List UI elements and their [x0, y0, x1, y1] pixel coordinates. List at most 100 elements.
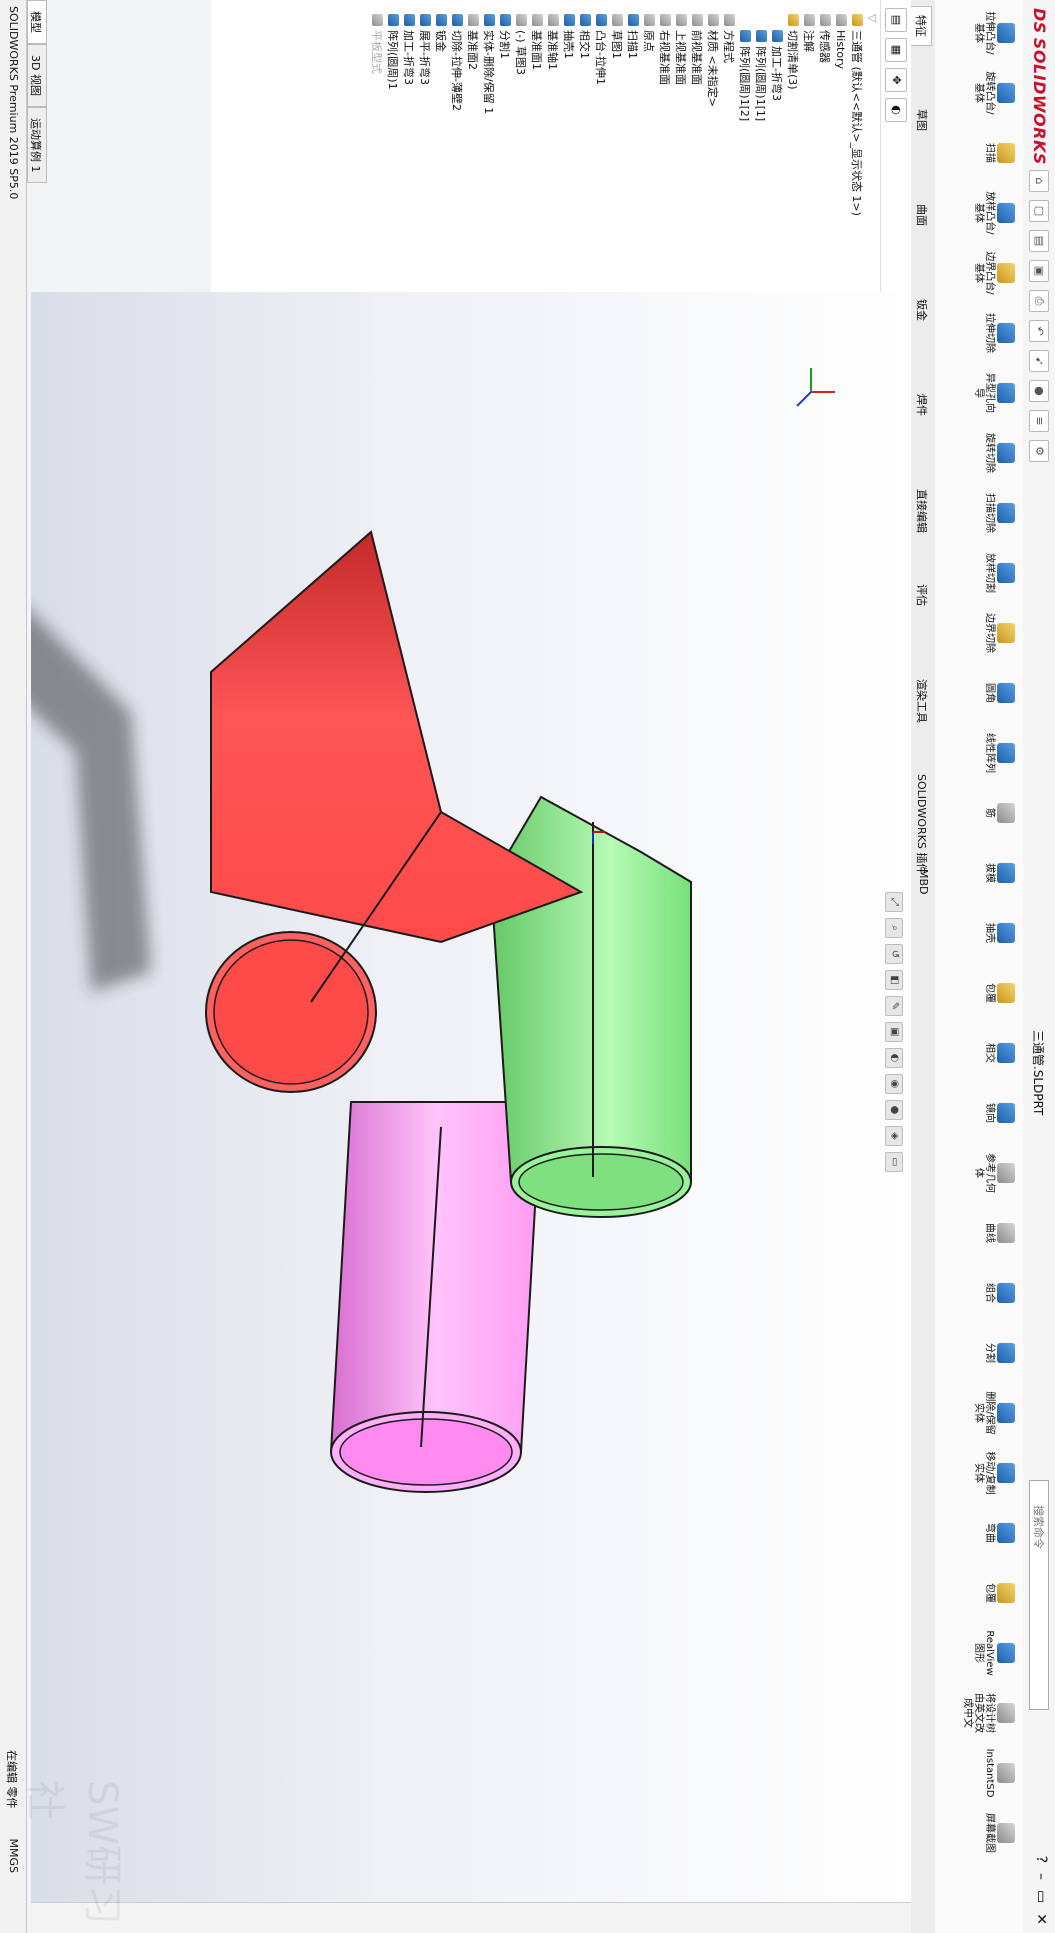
- display-tab-icon[interactable]: ◐: [885, 98, 907, 122]
- ribbon-button[interactable]: 包覆: [984, 1570, 1015, 1616]
- tree-item[interactable]: 注解: [800, 0, 816, 292]
- bottom-tab[interactable]: 3D 视图: [27, 44, 47, 107]
- tree-item[interactable]: 阵列(圆周)1[2]: [736, 0, 752, 292]
- ribbon-button[interactable]: 删除/保留实体: [973, 1390, 1015, 1436]
- close-icon[interactable]: ✕: [1033, 1913, 1049, 1925]
- tree-item[interactable]: 基准轴1: [544, 0, 560, 292]
- ribbon-button[interactable]: 扫描: [984, 130, 1015, 176]
- command-tab[interactable]: 评估: [912, 576, 932, 614]
- ribbon-button[interactable]: 镜向: [984, 1090, 1015, 1136]
- property-tab-icon[interactable]: ▦: [885, 38, 907, 62]
- command-tab[interactable]: MBD: [915, 861, 932, 903]
- tree-item[interactable]: 凸台-拉伸1: [592, 0, 608, 292]
- select-icon[interactable]: ➹: [1029, 350, 1049, 372]
- command-tab[interactable]: 直接编辑: [912, 481, 932, 541]
- display-style-icon[interactable]: ◐: [885, 1048, 903, 1068]
- tree-item[interactable]: History: [832, 0, 848, 292]
- ribbon-button[interactable]: 旋转凸台/基体: [973, 70, 1015, 116]
- tree-root[interactable]: 三通管 (默认<<默认>_显示状态 1>): [848, 0, 864, 292]
- previous-view-icon[interactable]: ↺: [885, 944, 903, 964]
- ribbon-button[interactable]: InstantSD: [984, 1749, 1015, 1797]
- ribbon-button[interactable]: 拉伸凸台/基体: [973, 10, 1015, 56]
- ribbon-button[interactable]: 分割: [984, 1330, 1015, 1376]
- tree-item[interactable]: 相交1: [576, 0, 592, 292]
- status-units[interactable]: MMGS: [4, 1839, 20, 1874]
- bottom-tab[interactable]: 模型: [27, 0, 47, 44]
- tree-item[interactable]: 扫描1: [624, 0, 640, 292]
- tree-item[interactable]: 材质 <未指定>: [704, 0, 720, 292]
- ribbon-button[interactable]: 旋转切除: [984, 430, 1015, 476]
- ribbon-button[interactable]: RealView图形: [973, 1630, 1015, 1676]
- tree-filter[interactable]: ▽: [864, 0, 880, 292]
- config-tab-icon[interactable]: ✥: [885, 68, 907, 92]
- search-commands-input[interactable]: 搜索命令: [1029, 1480, 1049, 1710]
- tree-item[interactable]: 草图1: [608, 0, 624, 292]
- tree-item[interactable]: 原点: [640, 0, 656, 292]
- minimize-icon[interactable]: –: [1033, 1873, 1049, 1880]
- tree-item[interactable]: 展平-折弯3: [416, 0, 432, 292]
- tree-item[interactable]: (-) 草图3: [512, 0, 528, 292]
- home-icon[interactable]: ⌂: [1029, 170, 1049, 192]
- file-properties-icon[interactable]: ≡: [1029, 410, 1049, 432]
- command-tab[interactable]: 钣金: [912, 291, 932, 329]
- edit-appearance-icon[interactable]: ●: [885, 1100, 903, 1120]
- view-orientation-icon[interactable]: ▣: [885, 1022, 903, 1042]
- ribbon-button[interactable]: 将设计树由英文改成中文: [962, 1690, 1015, 1736]
- command-tab[interactable]: 曲面: [912, 196, 932, 234]
- section-view-icon[interactable]: ◧: [885, 970, 903, 990]
- print-icon[interactable]: ⎙: [1029, 290, 1049, 312]
- tree-item[interactable]: 基准面1: [528, 0, 544, 292]
- ribbon-button[interactable]: 放样切割: [984, 550, 1015, 596]
- ribbon-button[interactable]: 包覆: [984, 970, 1015, 1016]
- tree-item[interactable]: 传感器: [816, 0, 832, 292]
- options-gear-icon[interactable]: ⚙: [1029, 440, 1049, 462]
- tree-item[interactable]: 切除-拉伸-薄壁2: [448, 0, 464, 292]
- undo-icon[interactable]: ↶: [1029, 320, 1049, 342]
- dynamic-annotation-icon[interactable]: ✎: [885, 996, 903, 1016]
- tree-item[interactable]: 钣金: [432, 0, 448, 292]
- new-document-icon[interactable]: ▢: [1029, 200, 1049, 222]
- bottom-tab[interactable]: 运动算例 1: [27, 106, 47, 184]
- ribbon-button[interactable]: 边界凸台/基体: [973, 250, 1015, 296]
- ribbon-button[interactable]: 拔模: [984, 850, 1015, 896]
- command-tab[interactable]: 焊件: [912, 386, 932, 424]
- rebuild-icon[interactable]: ●: [1029, 380, 1049, 402]
- tree-item[interactable]: 右视基准面: [656, 0, 672, 292]
- tree-item[interactable]: 切割清单(3): [784, 0, 800, 292]
- zoom-area-icon[interactable]: ⌕: [885, 918, 903, 938]
- command-tab[interactable]: 特征: [911, 6, 932, 46]
- hide-show-icon[interactable]: ◉: [885, 1074, 903, 1094]
- open-icon[interactable]: ▤: [1029, 230, 1049, 252]
- save-icon[interactable]: ▣: [1029, 260, 1049, 282]
- ribbon-button[interactable]: 放样凸台/基体: [973, 190, 1015, 236]
- tree-item[interactable]: 前视基准面: [688, 0, 704, 292]
- tree-item[interactable]: 加工-折弯3: [768, 0, 784, 292]
- tree-item[interactable]: 实体-删除/保留 1: [480, 0, 496, 292]
- ribbon-button[interactable]: 异型孔向导: [973, 370, 1015, 416]
- ribbon-button[interactable]: 弯曲: [984, 1510, 1015, 1556]
- tree-item[interactable]: 上视基准面: [672, 0, 688, 292]
- ribbon-button[interactable]: 线性阵列: [984, 730, 1015, 776]
- help-icon[interactable]: ?: [1033, 1856, 1049, 1863]
- view-settings-icon[interactable]: ▭: [885, 1152, 903, 1172]
- command-tab[interactable]: 渲染工具: [912, 671, 932, 731]
- tree-item[interactable]: 分割1: [496, 0, 512, 292]
- tree-item[interactable]: 方程式: [720, 0, 736, 292]
- graphics-area[interactable]: ⤢ ⌕ ↺ ◧ ✎ ▣ ◐ ◉ ● ◈ ▭: [31, 292, 911, 1933]
- ribbon-button[interactable]: 圆角: [984, 670, 1015, 716]
- ribbon-button[interactable]: 相交: [984, 1030, 1015, 1076]
- command-tab[interactable]: 草图: [912, 101, 932, 139]
- tree-item[interactable]: 加工-折弯3: [400, 0, 416, 292]
- ribbon-button[interactable]: 曲线: [984, 1210, 1015, 1256]
- ribbon-button[interactable]: 边界切除: [984, 610, 1015, 656]
- ribbon-button[interactable]: 拉伸切除: [984, 310, 1015, 356]
- apply-scene-icon[interactable]: ◈: [885, 1126, 903, 1146]
- tree-item[interactable]: 平板型式: [368, 0, 384, 292]
- zoom-fit-icon[interactable]: ⤢: [885, 892, 903, 912]
- tree-item[interactable]: 阵列(圆周)1[1]: [752, 0, 768, 292]
- ribbon-button[interactable]: 屏幕截图: [984, 1810, 1015, 1856]
- ribbon-button[interactable]: 参考几何体: [973, 1150, 1015, 1196]
- ribbon-button[interactable]: 移动/复制实体: [973, 1450, 1015, 1496]
- ribbon-button[interactable]: 筋: [984, 790, 1015, 836]
- ribbon-button[interactable]: 扫描切除: [984, 490, 1015, 536]
